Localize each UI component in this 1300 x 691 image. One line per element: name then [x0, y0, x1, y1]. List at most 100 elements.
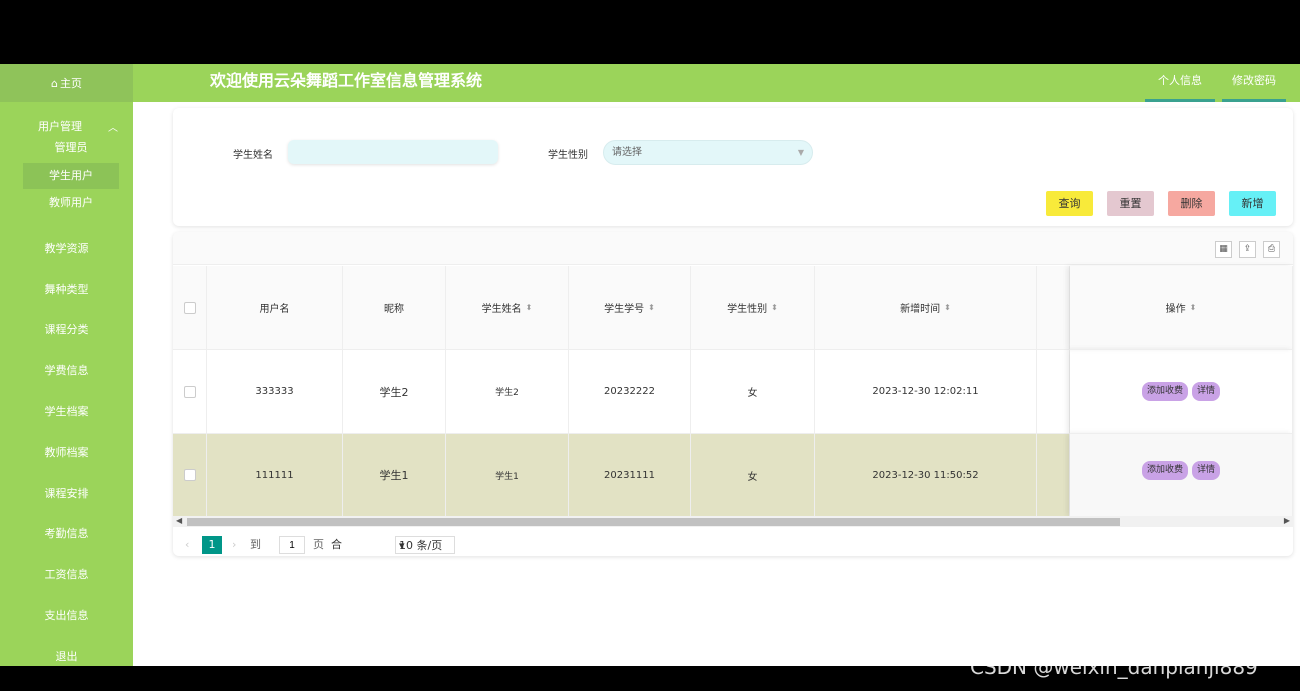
page-size-value: 10 条/页: [399, 539, 443, 552]
col-header-label: 学生学号: [604, 304, 645, 315]
print-icon[interactable]: ⎙: [1263, 241, 1280, 258]
add-fee-button[interactable]: 添加收费: [1141, 461, 1188, 480]
horizontal-scrollbar[interactable]: ◀ ▶: [173, 516, 1293, 527]
columns-icon[interactable]: ▦: [1215, 241, 1232, 258]
cell-spacer: [1037, 349, 1070, 433]
home-icon: ⌂: [51, 76, 58, 90]
scroll-left-icon[interactable]: ◀: [176, 516, 182, 525]
col-header-student-name[interactable]: 学生姓名 ⬍: [446, 266, 569, 349]
gender-label: 学生性别: [548, 150, 588, 161]
row-checkbox[interactable]: [183, 469, 196, 481]
student-name-input[interactable]: [288, 140, 498, 164]
sidebar-item-course-categories[interactable]: 课程分类: [0, 321, 133, 337]
name-label: 学生姓名: [233, 150, 273, 161]
cell-username: 111111: [207, 433, 343, 516]
cell-username: 333333: [207, 349, 343, 433]
search-panel: 学生姓名 学生性别 请选择 ▼ 查询 重置 删除 新增: [173, 108, 1293, 226]
detail-button[interactable]: 详情: [1192, 461, 1221, 480]
sidebar-item-teacher-users[interactable]: 教师用户: [23, 190, 119, 216]
sidebar-item-expenses[interactable]: 支出信息: [0, 607, 133, 623]
caret-down-icon: ▼: [797, 148, 804, 157]
page-size-select[interactable]: 10 条/页 ▾: [395, 536, 455, 554]
chevron-up-icon[interactable]: ︿: [108, 119, 118, 134]
query-button[interactable]: 查询: [1046, 191, 1093, 216]
gender-select-placeholder: 请选择: [612, 147, 642, 158]
sidebar-item-dance-types[interactable]: 舞种类型: [0, 281, 133, 297]
col-header-label: 新增时间: [900, 304, 941, 315]
select-all-cell: [173, 266, 207, 349]
detail-button[interactable]: 详情: [1192, 382, 1221, 401]
sidebar-item-student-users[interactable]: 学生用户: [23, 163, 119, 189]
total-count: 合计共 2 条: [331, 538, 342, 551]
watermark: CSDN @weixin_danpianji889: [970, 655, 1258, 679]
sidebar-item-tuition[interactable]: 学费信息: [0, 362, 133, 378]
cell-student-name: 学生2: [446, 349, 569, 433]
sidebar-item-student-records[interactable]: 学生档案: [0, 403, 133, 419]
col-header-spacer: [1037, 266, 1070, 349]
sort-icon[interactable]: ⬍: [771, 303, 778, 312]
col-header-label: 学生性别: [727, 304, 768, 315]
cell-nickname: 学生2: [343, 349, 446, 433]
app-header: ⌂ 主页 欢迎使用云朵舞蹈工作室信息管理系统 个人信息 修改密码: [0, 64, 1300, 102]
cell-nickname: 学生1: [343, 433, 446, 516]
cell-actions: 添加收费 详情: [1070, 349, 1293, 433]
sidebar-item-logout[interactable]: 退出: [0, 648, 133, 664]
sort-icon[interactable]: ⬍: [1190, 303, 1197, 312]
sidebar-item-teacher-records[interactable]: 教师档案: [0, 444, 133, 460]
col-header-username: 用户名: [207, 266, 343, 349]
col-header-nickname: 昵称: [343, 266, 446, 349]
page-current[interactable]: 1: [202, 536, 222, 554]
main-content: 学生姓名 学生性别 请选择 ▼ 查询 重置 删除 新增 ▦ ⇪ ⎙ 用户名 昵称…: [133, 102, 1300, 666]
cell-student-no: 20232222: [569, 349, 691, 433]
col-header-label: 操作: [1165, 304, 1186, 315]
page-unit-label: 页: [313, 538, 324, 551]
chevron-down-icon: ▾: [399, 539, 405, 552]
prev-page-icon[interactable]: ‹: [185, 536, 189, 554]
sort-icon[interactable]: ⬍: [526, 303, 533, 312]
row-checkbox[interactable]: [183, 385, 196, 398]
col-header-label: 用户名: [259, 304, 290, 315]
add-fee-button[interactable]: 添加收费: [1141, 382, 1188, 401]
sort-icon[interactable]: ⬍: [944, 303, 951, 312]
scroll-right-icon[interactable]: ▶: [1284, 516, 1290, 525]
next-page-icon[interactable]: ›: [232, 536, 236, 554]
app-title: 欢迎使用云朵舞蹈工作室信息管理系统: [210, 71, 483, 90]
data-table: ▦ ⇪ ⎙ 用户名 昵称 学生姓名 ⬍ 学生学号 ⬍ 学生性别 ⬍ 新增时间 ⬍ 操作 ⬍: [173, 232, 1293, 556]
sidebar-group-label[interactable]: 用户管理: [38, 118, 82, 134]
add-button[interactable]: 新增: [1229, 191, 1276, 216]
goto-page-input[interactable]: [279, 536, 305, 554]
profile-link[interactable]: 个人信息: [1145, 64, 1215, 102]
delete-button[interactable]: 删除: [1168, 191, 1215, 216]
sidebar-item-salary[interactable]: 工资信息: [0, 566, 133, 582]
goto-label: 到第: [250, 538, 261, 551]
col-header-label: 学生姓名: [481, 304, 522, 315]
table-row: [173, 433, 207, 516]
col-header-student-no[interactable]: 学生学号 ⬍: [569, 266, 691, 349]
sidebar-item-teaching-resources[interactable]: 教学资源: [0, 240, 133, 256]
sidebar-item-attendance[interactable]: 考勤信息: [0, 525, 133, 541]
change-password-link[interactable]: 修改密码: [1222, 64, 1286, 102]
cell-student-no: 20231111: [569, 433, 691, 516]
cell-gender: 女: [691, 349, 815, 433]
sidebar-item-admin[interactable]: 管理员: [23, 135, 119, 161]
cell-created: 2023-12-30 12:02:11: [815, 349, 1037, 433]
home-tab[interactable]: ⌂ 主页: [0, 64, 133, 102]
sort-icon[interactable]: ⬍: [648, 303, 655, 312]
scrollbar-thumb[interactable]: [187, 518, 1120, 526]
table-row: [173, 349, 207, 433]
cell-spacer: [1037, 433, 1070, 516]
col-header-created[interactable]: 新增时间 ⬍: [815, 266, 1037, 349]
select-all-checkbox[interactable]: [183, 301, 196, 314]
reset-button[interactable]: 重置: [1107, 191, 1154, 216]
col-header-label: 昵称: [384, 304, 404, 315]
cell-actions: 添加收费 详情: [1070, 433, 1293, 516]
col-header-gender[interactable]: 学生性别 ⬍: [691, 266, 815, 349]
col-header-actions[interactable]: 操作 ⬍: [1070, 266, 1293, 349]
sidebar-item-schedule[interactable]: 课程安排: [0, 485, 133, 501]
export-icon[interactable]: ⇪: [1239, 241, 1256, 258]
cell-gender: 女: [691, 433, 815, 516]
sidebar: 用户管理 ︿ 管理员 学生用户 教师用户 教学资源 舞种类型 课程分类 学费信息…: [0, 102, 133, 666]
gender-select[interactable]: 请选择 ▼: [603, 140, 813, 165]
top-black-bar: [0, 0, 1300, 64]
table-toolbar: ▦ ⇪ ⎙: [173, 232, 1293, 265]
